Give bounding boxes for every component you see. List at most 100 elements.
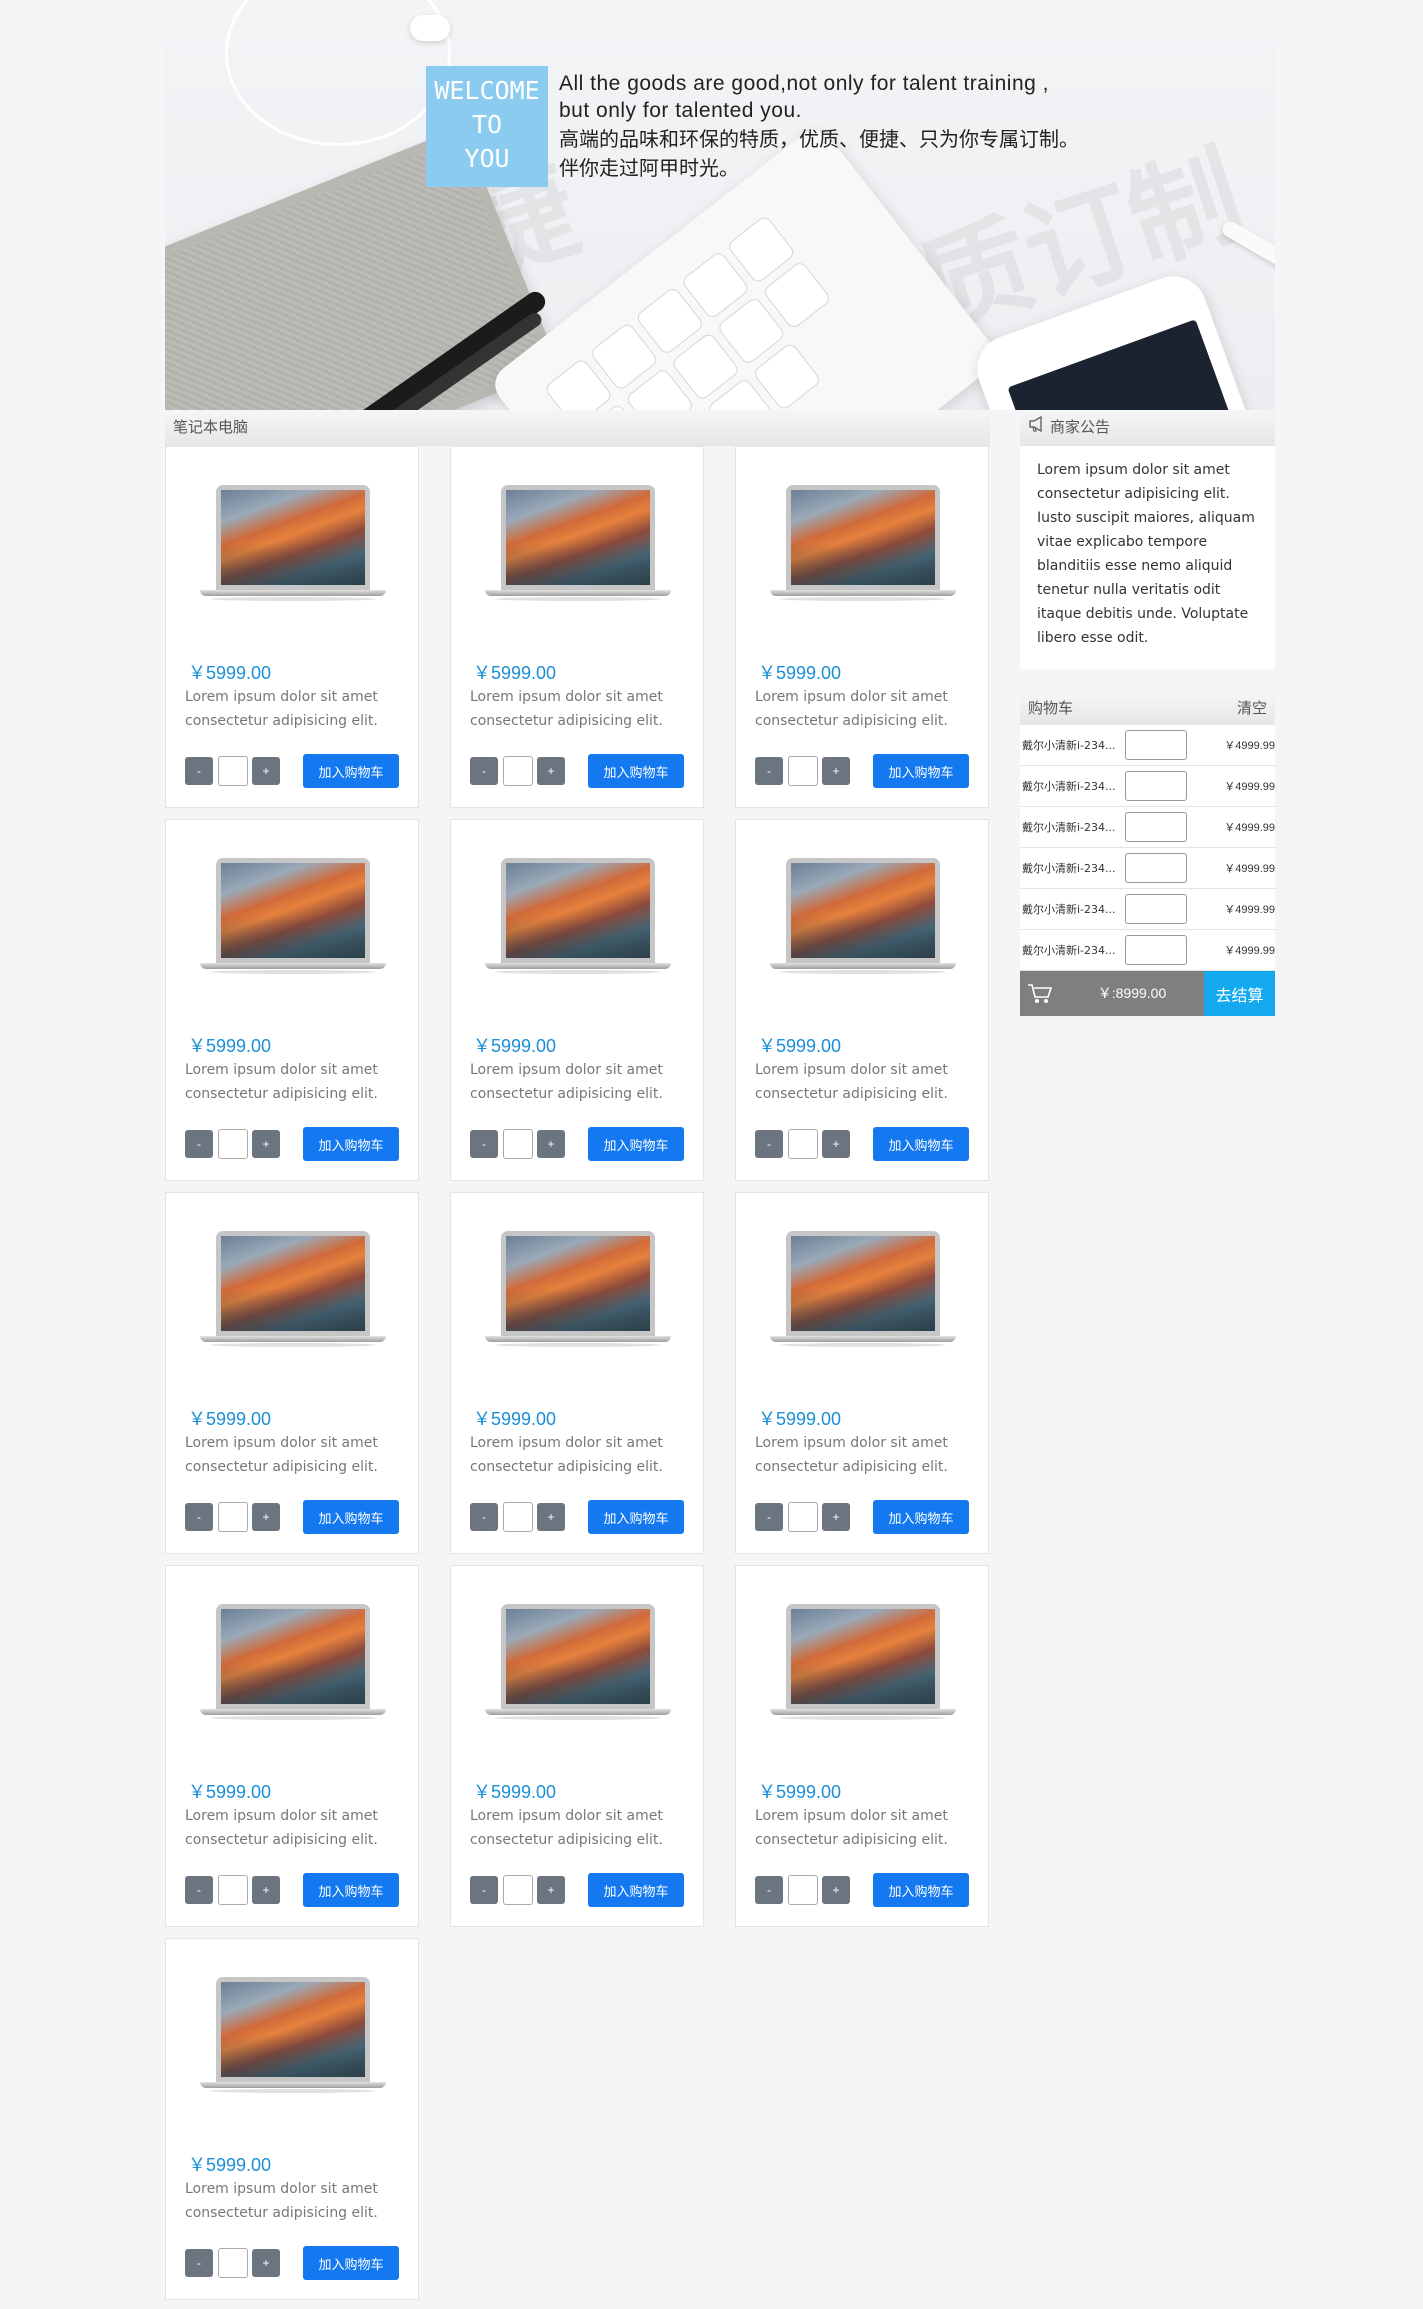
product-controls: - + 加入购物车: [470, 1500, 690, 1534]
welcome-line-1: WELCOME: [434, 76, 540, 105]
decrease-quantity-button[interactable]: -: [470, 1130, 498, 1158]
add-to-cart-button[interactable]: 加入购物车: [303, 1127, 399, 1161]
quantity-input[interactable]: [788, 756, 818, 786]
product-description: Lorem ipsum dolor sit amet consectetur a…: [470, 1062, 663, 1102]
cart-row: 戴尔小清新i-234... ￥4999.99: [1020, 807, 1275, 848]
quantity-input[interactable]: [218, 1129, 248, 1159]
add-to-cart-button[interactable]: 加入购物车: [303, 754, 399, 788]
add-to-cart-button[interactable]: 加入购物车: [873, 1500, 969, 1534]
add-to-cart-button[interactable]: 加入购物车: [873, 1873, 969, 1907]
notice-header: 商家公告: [1020, 410, 1275, 446]
decrease-quantity-button[interactable]: -: [185, 1503, 213, 1531]
increase-quantity-button[interactable]: +: [537, 1876, 565, 1904]
product-price: ￥5999.00: [758, 1782, 842, 1802]
product-controls: - + 加入购物车: [185, 1500, 405, 1534]
cart-item-name: 戴尔小清新i-234...: [1022, 780, 1116, 793]
laptop-image: [485, 858, 671, 976]
cart-item-price: ￥4999.99: [1224, 945, 1275, 957]
cart-item-name: 戴尔小清新i-234...: [1022, 821, 1116, 834]
add-to-cart-button[interactable]: 加入购物车: [303, 1873, 399, 1907]
cart-item-name: 戴尔小清新i-234...: [1022, 944, 1116, 957]
increase-quantity-button[interactable]: +: [537, 1503, 565, 1531]
increase-quantity-button[interactable]: +: [252, 2249, 280, 2277]
product-controls: - + 加入购物车: [185, 2246, 405, 2280]
decrease-quantity-button[interactable]: -: [185, 1130, 213, 1158]
cart-item-quantity-input[interactable]: [1125, 771, 1187, 801]
add-to-cart-button[interactable]: 加入购物车: [873, 1127, 969, 1161]
decrease-quantity-button[interactable]: -: [755, 1503, 783, 1531]
product-card: ￥5999.00 Lorem ipsum dolor sit amet conse…: [165, 1192, 419, 1554]
notice-body: Lorem ipsum dolor sit amet consectetur a…: [1037, 462, 1255, 646]
add-to-cart-button[interactable]: 加入购物车: [303, 1500, 399, 1534]
quantity-input[interactable]: [503, 1502, 533, 1532]
laptop-image: [485, 1604, 671, 1722]
increase-quantity-button[interactable]: +: [537, 1130, 565, 1158]
cart-item-quantity-input[interactable]: [1125, 730, 1187, 760]
increase-quantity-button[interactable]: +: [252, 1130, 280, 1158]
quantity-input[interactable]: [788, 1129, 818, 1159]
product-card: ￥5999.00 Lorem ipsum dolor sit amet conse…: [735, 446, 989, 808]
quantity-input[interactable]: [218, 2248, 248, 2278]
cart-clear-button[interactable]: 清空: [1237, 693, 1267, 725]
product-controls: - + 加入购物车: [185, 1127, 405, 1161]
quantity-input[interactable]: [503, 756, 533, 786]
increase-quantity-button[interactable]: +: [252, 757, 280, 785]
product-description: Lorem ipsum dolor sit amet consectetur a…: [185, 1062, 378, 1102]
quantity-input[interactable]: [788, 1875, 818, 1905]
cart-item-price: ￥4999.99: [1224, 904, 1275, 916]
quantity-input[interactable]: [218, 1875, 248, 1905]
add-to-cart-button[interactable]: 加入购物车: [873, 754, 969, 788]
product-controls: - + 加入购物车: [755, 1873, 975, 1907]
cart-row: 戴尔小清新i-234... ￥4999.99: [1020, 766, 1275, 807]
add-to-cart-button[interactable]: 加入购物车: [588, 1127, 684, 1161]
laptop-image: [770, 485, 956, 603]
decrease-quantity-button[interactable]: -: [755, 757, 783, 785]
product-price: ￥5999.00: [188, 1036, 272, 1056]
decrease-quantity-button[interactable]: -: [185, 1876, 213, 1904]
product-price: ￥5999.00: [758, 663, 842, 683]
quantity-input[interactable]: [218, 1502, 248, 1532]
increase-quantity-button[interactable]: +: [252, 1503, 280, 1531]
increase-quantity-button[interactable]: +: [822, 1503, 850, 1531]
quantity-input[interactable]: [218, 756, 248, 786]
product-controls: - + 加入购物车: [185, 1873, 405, 1907]
increase-quantity-button[interactable]: +: [822, 1876, 850, 1904]
quantity-input[interactable]: [788, 1502, 818, 1532]
increase-quantity-button[interactable]: +: [537, 757, 565, 785]
increase-quantity-button[interactable]: +: [822, 757, 850, 785]
decrease-quantity-button[interactable]: -: [185, 757, 213, 785]
increase-quantity-button[interactable]: +: [252, 1876, 280, 1904]
decrease-quantity-button[interactable]: -: [470, 1503, 498, 1531]
product-card: ￥5999.00 Lorem ipsum dolor sit amet conse…: [450, 446, 704, 808]
cart-items: 戴尔小清新i-234... ￥4999.99 戴尔小清新i-234... ￥4999.…: [1020, 725, 1275, 971]
cart-item-price: ￥4999.99: [1224, 863, 1275, 875]
increase-quantity-button[interactable]: +: [822, 1130, 850, 1158]
add-to-cart-button[interactable]: 加入购物车: [303, 2246, 399, 2280]
notice-title: 商家公告: [1050, 419, 1111, 436]
quantity-input[interactable]: [503, 1875, 533, 1905]
cart-item-quantity-input[interactable]: [1125, 894, 1187, 924]
checkout-button[interactable]: 去结算: [1204, 971, 1275, 1016]
decrease-quantity-button[interactable]: -: [470, 757, 498, 785]
add-to-cart-button[interactable]: 加入购物车: [588, 1873, 684, 1907]
hero-banner: 便捷 优质订制 WELCOME TO YO: [165, 0, 1275, 410]
quantity-input[interactable]: [503, 1129, 533, 1159]
laptop-image: [770, 1231, 956, 1349]
product-description: Lorem ipsum dolor sit amet consectetur a…: [755, 689, 948, 729]
decrease-quantity-button[interactable]: -: [755, 1876, 783, 1904]
laptop-image: [770, 1604, 956, 1722]
decrease-quantity-button[interactable]: -: [185, 2249, 213, 2277]
cart-item-quantity-input[interactable]: [1125, 935, 1187, 965]
product-card: ￥5999.00 Lorem ipsum dolor sit amet conse…: [735, 819, 989, 1181]
product-description: Lorem ipsum dolor sit amet consectetur a…: [185, 1435, 378, 1475]
cart-item-quantity-input[interactable]: [1125, 853, 1187, 883]
add-to-cart-button[interactable]: 加入购物车: [588, 754, 684, 788]
product-price: ￥5999.00: [758, 1036, 842, 1056]
product-card: ￥5999.00 Lorem ipsum dolor sit amet conse…: [450, 1192, 704, 1554]
cart-item-quantity-input[interactable]: [1125, 812, 1187, 842]
decrease-quantity-button[interactable]: -: [755, 1130, 783, 1158]
decrease-quantity-button[interactable]: -: [470, 1876, 498, 1904]
product-card: ￥5999.00 Lorem ipsum dolor sit amet conse…: [165, 1938, 419, 2300]
cart-item-price: ￥4999.99: [1224, 822, 1275, 834]
add-to-cart-button[interactable]: 加入购物车: [588, 1500, 684, 1534]
